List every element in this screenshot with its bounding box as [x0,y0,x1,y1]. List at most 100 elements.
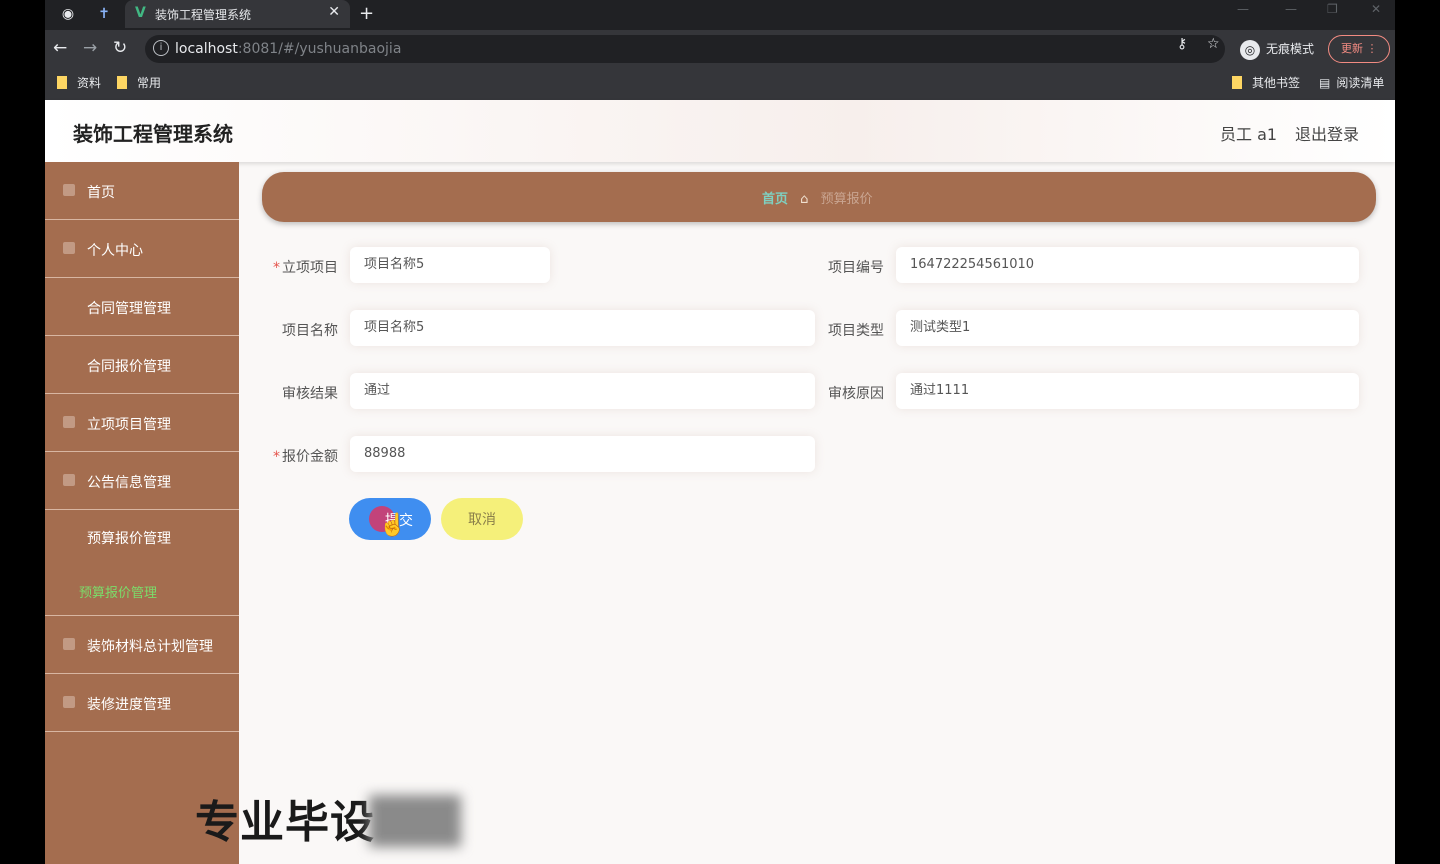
materials-icon [63,638,75,650]
notice-icon [63,474,75,486]
jine-field[interactable]: 88988 [350,436,815,472]
bookmark-star-icon[interactable]: ☆ [1207,36,1220,52]
app-page: 装饰工程管理系统 员工 a1 退出登录 首页 个人中心 合同管理管理 合同报价管… [45,100,1395,864]
sidebar-item-contract-quote[interactable]: 合同报价管理 [45,336,239,394]
browser-tab[interactable]: V 装饰工程管理系统 ✕ [125,0,350,28]
incognito-menu-icon[interactable]: ◉ [57,4,79,24]
bookmark-label: 常用 [137,76,162,90]
sidebar-item-label: 合同管理管理 [87,301,171,317]
new-tab-icon[interactable]: + [359,3,374,24]
folder-icon [57,76,67,89]
sidebar-item-profile[interactable]: 个人中心 [45,220,239,278]
bianhao-field[interactable]: 164722254561010 [896,247,1359,283]
watermark-text: 专业毕设 [195,797,375,848]
logout-link[interactable]: 退出登录 [1295,121,1359,145]
update-label: 更新 [1341,42,1363,55]
vue-favicon-icon: V [135,5,146,21]
tab-bar: ◉ ✝ V 装饰工程管理系统 ✕ + — — ❐ ✕ [45,0,1395,28]
browser-toolbar: ← → ↻ i localhost:8081/#/yushuanbaojia ⚷… [45,30,1395,68]
bianhao-label: 项目编号 [828,260,884,276]
lixiang-select[interactable]: 项目名称5 [350,247,550,283]
sidebar-item-home[interactable]: 首页 [45,162,239,220]
reading-list-icon: ▤ [1319,76,1331,90]
user-icon [63,242,75,254]
bookmark-folder-changyong[interactable]: 常用 [117,75,161,91]
sidebar-item-label: 预算报价管理 [87,531,171,547]
lixiang-label: * 立项项目 [258,257,338,277]
yuanyin-label: 审核原因 [828,386,884,402]
submit-button[interactable]: 提交 ☝ [349,498,431,540]
incognito-avatar-icon: ◎ [1240,39,1260,60]
mingcheng-field[interactable]: 项目名称5 [350,310,815,346]
app-header: 装饰工程管理系统 员工 a1 退出登录 [45,100,1395,162]
jieguo-field[interactable]: 通过 [350,373,815,409]
watermark: 专业毕设 [195,786,461,850]
progress-icon [63,696,75,708]
required-mark: * [273,449,280,465]
sidebar-item-label: 立项项目管理 [87,417,171,433]
browser-chrome: ◉ ✝ V 装饰工程管理系统 ✕ + — — ❐ ✕ ← → ↻ i local… [45,0,1395,100]
extension-icon[interactable]: ✝ [93,4,115,24]
sidebar: 首页 个人中心 合同管理管理 合同报价管理 立项项目管理 公告信息管理 预算报价… [45,162,239,864]
sidebar-item-label: 装饰材料总计划管理 [87,639,213,655]
url-path: :8081/#/yushuanbaojia [237,41,402,57]
sidebar-item-label: 个人中心 [87,243,143,259]
key-icon[interactable]: ⚷ [1177,36,1187,52]
reload-icon[interactable]: ↻ [113,38,127,58]
bookmark-folder-ziliao[interactable]: 资料 [57,75,101,91]
reading-list[interactable]: ▤ 阅读清单 [1319,75,1384,91]
yuanyin-field[interactable]: 通过1111 [896,373,1359,409]
sidebar-item-label: 公告信息管理 [87,475,171,491]
required-mark: * [273,260,280,276]
folder-icon [117,76,127,89]
project-icon [63,416,75,428]
tab-close-icon[interactable]: ✕ [328,4,340,20]
sidebar-subitem-budget[interactable]: 预算报价管理 [79,582,157,601]
sidebar-item-label: 合同报价管理 [87,359,171,375]
site-info-icon[interactable]: i [153,40,169,56]
restore-icon[interactable]: ❐ [1327,2,1338,16]
profile-label: 无痕模式 [1266,42,1315,56]
home-icon [63,184,75,196]
update-button[interactable]: 更新 ⋮ [1328,35,1390,63]
folder-icon [1232,76,1242,89]
user-label: 员工 a1 [1220,125,1278,144]
bookmark-label: 其他书签 [1252,76,1301,90]
leixing-label: 项目类型 [828,323,884,339]
mingcheng-label: 项目名称 [282,323,338,339]
sidebar-item-notice[interactable]: 公告信息管理 [45,452,239,510]
leixing-field[interactable]: 测试类型1 [896,310,1359,346]
sidebar-item-budget[interactable]: 预算报价管理 预算报价管理 [45,508,239,616]
reading-list-label: 阅读清单 [1336,76,1385,90]
jine-label: * 报价金额 [258,446,338,466]
sidebar-item-materials[interactable]: 装饰材料总计划管理 [45,616,239,674]
jieguo-label: 审核结果 [282,386,338,402]
bookmarks-bar: 资料 常用 其他书签 ▤ 阅读清单 [45,68,1395,100]
sidebar-item-progress[interactable]: 装修进度管理 [45,674,239,732]
breadcrumb-current: 预算报价 [820,192,873,207]
forward-icon[interactable]: → [83,38,97,58]
sidebar-item-label: 首页 [87,185,115,201]
breadcrumb: 首页 ⌂ 预算报价 [262,172,1376,222]
label-text: 报价金额 [282,449,338,465]
url-host: localhost [175,41,238,57]
address-bar[interactable]: i localhost:8081/#/yushuanbaojia [145,35,1225,63]
label-text: 立项项目 [282,260,338,276]
home-icon: ⌂ [800,192,809,207]
watermark-blur [369,795,461,847]
sidebar-item-project[interactable]: 立项项目管理 [45,394,239,452]
incognito-profile[interactable]: ◎ 无痕模式 [1240,35,1314,63]
bookmark-label: 资料 [77,76,102,90]
hand-cursor-icon: ☝ [379,512,407,537]
minimize-icon-2[interactable]: — [1285,2,1297,16]
app-title: 装饰工程管理系统 [73,122,233,146]
cancel-button[interactable]: 取消 [441,498,523,540]
sidebar-item-contract[interactable]: 合同管理管理 [45,278,239,336]
bookmark-folder-other[interactable]: 其他书签 [1232,75,1300,91]
sidebar-item-label: 装修进度管理 [87,697,171,713]
tab-title: 装饰工程管理系统 [155,8,252,22]
back-icon[interactable]: ← [53,38,67,58]
breadcrumb-home[interactable]: 首页 [762,192,788,207]
minimize-icon[interactable]: — [1237,2,1249,16]
close-window-icon[interactable]: ✕ [1371,2,1381,16]
